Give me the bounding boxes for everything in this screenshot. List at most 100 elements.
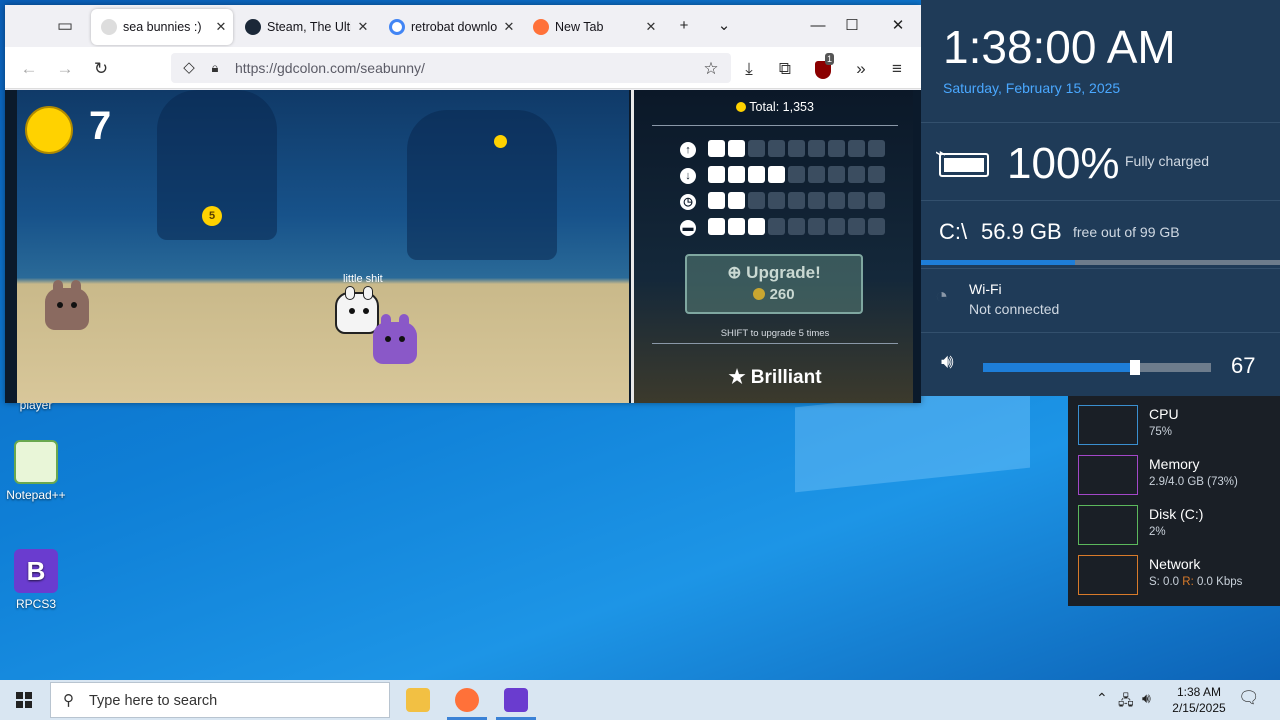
- volume-slider[interactable]: [983, 360, 1211, 375]
- disk-graph: [1078, 505, 1138, 545]
- browser-window: ▭ sea bunnies :) ✕ Steam, The Ultimate ✕…: [5, 5, 921, 403]
- player-bunny: [335, 286, 379, 334]
- drive-usage-bar: [921, 260, 1280, 265]
- stat-pip-filled: [708, 192, 725, 209]
- close-tab-icon[interactable]: ✕: [639, 19, 663, 35]
- stat-pip-filled: [708, 218, 725, 235]
- google-favicon-icon: [389, 19, 405, 35]
- url-bar[interactable]: ◇ 🔒︎ https://gdcolon.com/seabunny/: [171, 53, 731, 83]
- tab-list-icon[interactable]: ▭: [51, 12, 79, 40]
- stat-pip-empty: [748, 140, 765, 157]
- wifi-title: Wi-Fi: [969, 281, 1002, 297]
- stat-pip-filled: [728, 218, 745, 235]
- stat-pip-empty: [868, 166, 885, 183]
- stat-pip-filled: [748, 166, 765, 183]
- taskbar: ⚲ Type here to search ⌃ 🖧︎ 🔊︎ 1:38 AM 2/…: [0, 680, 1280, 720]
- ublock-icon[interactable]: 1: [809, 53, 837, 83]
- overlay-date: Saturday, February 15, 2025: [943, 80, 1121, 96]
- drive-label: C:\: [939, 219, 968, 244]
- lock-icon[interactable]: 🔒︎: [201, 54, 229, 82]
- firefox-favicon-icon: [533, 19, 549, 35]
- player-name: little shit: [343, 273, 383, 285]
- bed-icon: ▬: [680, 220, 696, 236]
- close-tab-icon[interactable]: ✕: [497, 19, 521, 35]
- tab-retrobat[interactable]: retrobat download ✕: [379, 9, 521, 45]
- speaker-icon[interactable]: 🔊︎: [941, 351, 954, 374]
- value-coin[interactable]: 5: [202, 206, 222, 226]
- taskbar-rpcs3[interactable]: [492, 680, 540, 720]
- network-icon[interactable]: 🖧︎: [1118, 690, 1134, 714]
- stat-pip-filled: [728, 166, 745, 183]
- floating-coin[interactable]: [494, 135, 507, 148]
- start-button[interactable]: [0, 680, 48, 720]
- stat-pip-empty: [748, 192, 765, 209]
- desktop-icon-rpcs3[interactable]: B RPCS3: [0, 549, 72, 611]
- extensions-icon[interactable]: ⧉: [771, 55, 799, 83]
- stat-pip-empty: [868, 140, 885, 157]
- drive-free: 56.9 GB: [981, 219, 1062, 244]
- stat-pip-empty: [768, 140, 785, 157]
- search-icon: ⚲: [63, 692, 74, 709]
- system-overlay: 1:38:00 AM Saturday, February 15, 2025 ⌁…: [921, 0, 1280, 396]
- upgrade-button[interactable]: ⊕ Upgrade! 260: [685, 254, 863, 314]
- battery-row: ⌁ 100% Fully charged: [921, 122, 1280, 200]
- memory-monitor: Memory 2.9/4.0 GB (73%): [1078, 452, 1278, 498]
- stat-pip-empty: [828, 218, 845, 235]
- shield-icon[interactable]: ◇: [175, 54, 203, 82]
- volume-icon[interactable]: 🔊︎: [1142, 690, 1151, 707]
- stat-row: ▬: [680, 218, 885, 238]
- background-rock: [407, 110, 557, 260]
- bunny-npc: [373, 314, 417, 364]
- battery-icon: [939, 153, 989, 177]
- game-canvas[interactable]: 7 5 little shit: [17, 90, 629, 403]
- taskbar-firefox[interactable]: [443, 680, 491, 720]
- downloads-icon[interactable]: ⤓: [735, 55, 763, 83]
- tab-steam[interactable]: Steam, The Ultimate ✕: [235, 9, 375, 45]
- back-icon[interactable]: ←: [15, 55, 43, 83]
- stat-pip-empty: [808, 140, 825, 157]
- notification-icon[interactable]: 🗨︎: [1238, 688, 1260, 708]
- close-tab-icon[interactable]: ✕: [209, 19, 233, 35]
- stat-pip-filled: [728, 140, 745, 157]
- stat-pip-empty: [848, 140, 865, 157]
- network-monitor: Network S: 0.0 R: 0.0 Kbps: [1078, 552, 1278, 598]
- stat-pip-empty: [808, 192, 825, 209]
- page-content: 7 5 little shit Total: 1,353 ↑ ↓ ◷ ▬ ⊕ U…: [5, 90, 921, 403]
- new-tab-icon[interactable]: +: [669, 13, 699, 39]
- chevron-up-icon[interactable]: ⌃: [1096, 690, 1108, 707]
- reload-icon[interactable]: ↻: [87, 55, 115, 83]
- more-tools-icon[interactable]: »: [847, 55, 875, 83]
- hamburger-menu-icon[interactable]: ≡: [883, 55, 911, 83]
- stat-row: ↓: [680, 166, 885, 186]
- taskbar-clock[interactable]: 1:38 AM 2/15/2025: [1162, 684, 1236, 716]
- stat-pip-filled: [748, 218, 765, 235]
- tab-sea-bunnies[interactable]: sea bunnies :) ✕: [91, 9, 233, 45]
- down-arrow-icon: ↓: [680, 168, 696, 184]
- stat-pip-empty: [868, 192, 885, 209]
- minimize-icon[interactable]: —: [803, 13, 833, 39]
- wifi-icon: ◔: [935, 283, 949, 308]
- total-coins: Total: 1,353: [634, 100, 916, 114]
- search-box[interactable]: ⚲ Type here to search: [50, 682, 390, 718]
- network-graph: [1078, 555, 1138, 595]
- chevron-down-icon[interactable]: ⌄: [709, 13, 739, 39]
- stat-pip-empty: [848, 166, 865, 183]
- desktop-icon-notepadpp[interactable]: Notepad++: [0, 440, 72, 502]
- tab-new-tab[interactable]: New Tab ✕: [523, 9, 663, 45]
- maximize-icon[interactable]: ☐: [837, 13, 867, 39]
- coin-icon: [753, 288, 766, 300]
- stat-pip-empty: [768, 218, 785, 235]
- stat-pip-filled: [728, 192, 745, 209]
- clock-icon: ◷: [680, 194, 696, 210]
- firefox-icon: [455, 688, 479, 712]
- taskbar-file-explorer[interactable]: [394, 680, 442, 720]
- forward-icon[interactable]: →: [51, 55, 79, 83]
- coin-icon: [25, 106, 73, 154]
- bookmark-star-icon[interactable]: ☆: [697, 55, 725, 83]
- divider: [652, 343, 898, 344]
- wifi-row: ◔ Wi-Fi Not connected: [921, 268, 1280, 332]
- close-window-icon[interactable]: ✕: [883, 13, 913, 39]
- volume-thumb[interactable]: [1130, 360, 1140, 375]
- close-tab-icon[interactable]: ✕: [351, 19, 375, 35]
- volume-value: 67: [1231, 353, 1256, 378]
